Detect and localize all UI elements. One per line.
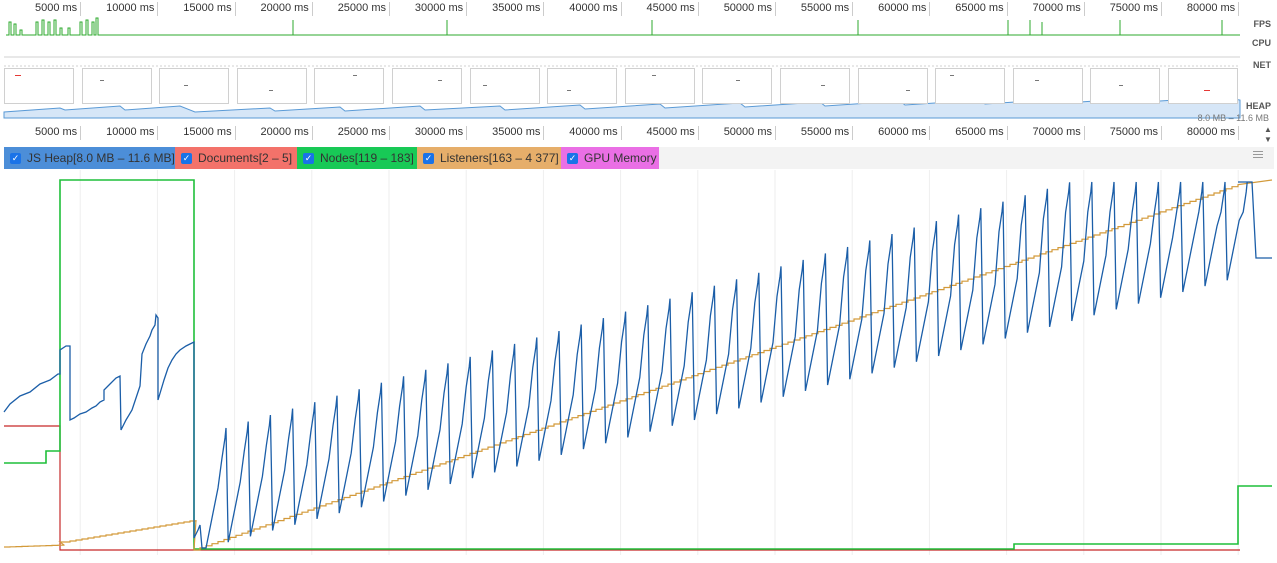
ruler-tick-label: 15000 ms bbox=[183, 126, 232, 138]
checkbox-icon[interactable]: ✓ bbox=[303, 152, 314, 164]
ruler-tick-label: 35000 ms bbox=[492, 126, 541, 138]
ruler-tick-line bbox=[311, 126, 313, 140]
fps-spikes bbox=[292, 20, 1223, 35]
net-track-label: NET bbox=[1253, 60, 1271, 70]
menu-icon[interactable] bbox=[1253, 151, 1263, 161]
legend-label: Documents[2 – 5] bbox=[198, 151, 293, 165]
screenshot-thumbnail[interactable] bbox=[702, 68, 773, 104]
ruler-tick-label: 40000 ms bbox=[569, 126, 618, 138]
ruler-tick-label: 70000 ms bbox=[1032, 126, 1081, 138]
ruler-tick-label: 30000 ms bbox=[414, 126, 464, 138]
ruler-tick-line bbox=[852, 126, 854, 140]
ruler-tick-line bbox=[466, 126, 468, 140]
checkbox-icon[interactable]: ✓ bbox=[10, 152, 21, 164]
ruler-tick-label: 75000 ms bbox=[1109, 126, 1158, 138]
documents-series bbox=[4, 425, 1240, 551]
screenshot-thumbnail[interactable] bbox=[857, 68, 928, 104]
ruler-tick-label: 5000 ms bbox=[34, 126, 78, 138]
ruler-tick-line bbox=[80, 126, 82, 140]
scroll-down-icon[interactable]: ▼ bbox=[1263, 135, 1273, 145]
heap-track-label: HEAP bbox=[1245, 101, 1271, 111]
legend-item[interactable]: ✓ GPU Memory bbox=[561, 147, 659, 169]
overview-bottom-ruler: 5000 ms 10000 ms 15000 ms 20000 ms 25000 ms 3… bbox=[0, 126, 1250, 142]
screenshot-thumbnail[interactable] bbox=[4, 68, 74, 104]
ruler-tick-line bbox=[389, 126, 390, 140]
screenshot-thumbnail[interactable] bbox=[547, 68, 618, 104]
legend-label: JS Heap[8.0 MB – 11.6 MB] bbox=[27, 151, 175, 165]
screenshot-thumbnail[interactable] bbox=[624, 68, 695, 104]
ruler-tick-line bbox=[620, 126, 622, 140]
screenshot-thumbnail[interactable] bbox=[935, 68, 1006, 104]
ruler-tick-line bbox=[543, 126, 545, 140]
ruler-tick-line bbox=[697, 126, 699, 140]
ruler-tick-label: 10000 ms bbox=[106, 126, 155, 138]
ruler-tick-line bbox=[157, 126, 159, 140]
ruler-tick-label: 80000 ms bbox=[1186, 126, 1236, 138]
counter-legend: ✓ JS Heap[8.0 MB – 11.6 MB] ✓ Documents[2 –… bbox=[4, 147, 1274, 169]
screenshot-thumbnail[interactable] bbox=[1168, 68, 1238, 104]
memory-chart bbox=[3, 170, 1273, 555]
ruler-tick-label: 45000 ms bbox=[646, 126, 695, 138]
screenshot-strip[interactable] bbox=[4, 68, 1244, 106]
ruler-tick-line bbox=[1161, 126, 1162, 140]
screenshot-thumbnail[interactable] bbox=[780, 68, 850, 104]
fps-track bbox=[6, 17, 1240, 36]
scroll-up-icon[interactable]: ▲ bbox=[1263, 125, 1273, 135]
ruler-tick-line bbox=[775, 126, 776, 140]
legend-item[interactable]: ✓ JS Heap[8.0 MB – 11.6 MB] bbox=[4, 147, 175, 169]
checkbox-icon[interactable]: ✓ bbox=[423, 152, 434, 164]
checkbox-icon[interactable]: ✓ bbox=[181, 152, 192, 164]
screenshot-thumbnail[interactable] bbox=[236, 68, 307, 104]
ruler-tick-label: 60000 ms bbox=[878, 126, 927, 138]
fps-track-label: FPS bbox=[1253, 19, 1271, 29]
ruler-tick-label: 65000 ms bbox=[955, 126, 1004, 138]
legend-label: Nodes[119 – 183] bbox=[320, 151, 414, 165]
ruler-tick-line bbox=[929, 126, 931, 140]
legend-item[interactable]: ✓ Documents[2 – 5] bbox=[175, 147, 297, 169]
legend-label: GPU Memory bbox=[584, 151, 657, 165]
screenshot-thumbnail[interactable] bbox=[159, 68, 230, 104]
ruler-tick-line bbox=[1238, 126, 1240, 140]
legend-label: Listeners[163 – 4 377] bbox=[440, 151, 559, 165]
legend-item[interactable]: ✓ Nodes[119 – 183] bbox=[297, 147, 417, 169]
ruler-tick-label: 25000 ms bbox=[337, 126, 386, 138]
ruler-tick-line bbox=[1006, 126, 1008, 140]
ruler-tick-line bbox=[234, 126, 236, 140]
cpu-track-label: CPU bbox=[1251, 38, 1271, 48]
ruler-tick-label: 55000 ms bbox=[800, 126, 850, 138]
screenshot-thumbnail[interactable] bbox=[314, 68, 385, 104]
screenshot-thumbnail[interactable] bbox=[1012, 68, 1083, 104]
checkbox-icon[interactable]: ✓ bbox=[567, 152, 578, 164]
timeline-overview[interactable]: 5000 ms 10000 ms 15000 ms 20000 ms 25000 ms 3… bbox=[0, 0, 1277, 145]
screenshot-thumbnail[interactable] bbox=[392, 68, 462, 104]
ruler-tick-label: 20000 ms bbox=[260, 126, 309, 138]
screenshot-thumbnail[interactable] bbox=[469, 68, 540, 104]
ruler-tick-line bbox=[1083, 126, 1085, 140]
screenshot-thumbnail[interactable] bbox=[81, 68, 152, 104]
screenshot-thumbnail[interactable] bbox=[1090, 68, 1161, 104]
legend-item[interactable]: ✓ Listeners[163 – 4 377] bbox=[417, 147, 561, 169]
ruler-tick-label: 50000 ms bbox=[723, 126, 772, 138]
heap-range-label: 8.0 MB – 11.6 MB bbox=[1197, 113, 1269, 123]
